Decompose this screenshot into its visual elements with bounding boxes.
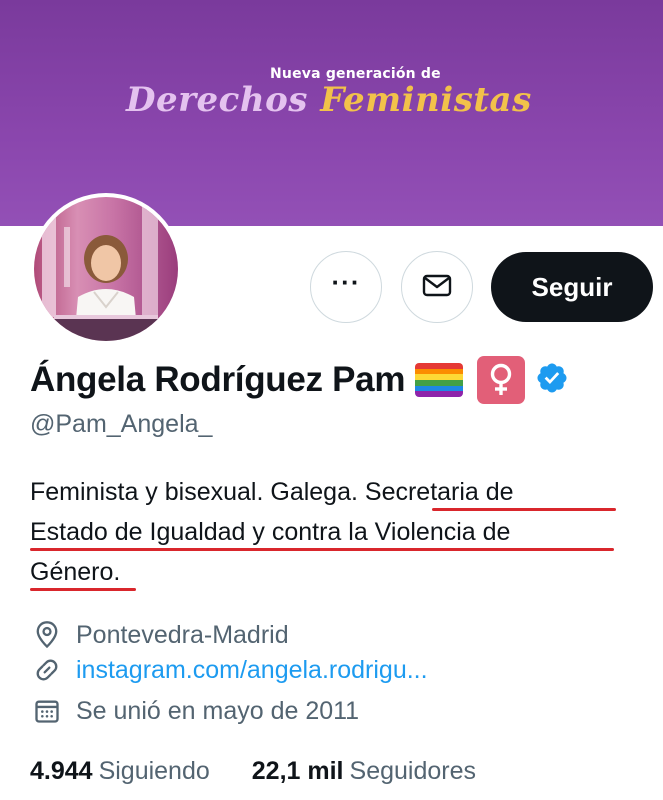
banner-title-word1: Derechos (126, 80, 308, 120)
message-button[interactable] (401, 251, 473, 323)
avatar-photo (34, 197, 178, 341)
user-handle: @Pam_Angela_ (30, 410, 213, 438)
followers-stat[interactable]: 22,1 mil Seguidores (252, 757, 476, 786)
avatar[interactable] (30, 193, 182, 345)
followers-label: Seguidores (349, 757, 476, 785)
joined-row: Se unió en mayo de 2011 (32, 696, 359, 726)
follow-stats: 4.944 Siguiendo 22,1 mil Seguidores (30, 757, 518, 786)
bio-underline-1 (432, 508, 616, 511)
bio-text-5: . (113, 558, 121, 586)
bio-text-1: Feminista y bisexual. Galega. (30, 478, 365, 506)
following-count: 4.944 (30, 757, 93, 785)
rainbow-flag-icon (415, 363, 464, 397)
bio: Feminista y bisexual. Galega. Secretaria… (30, 472, 630, 592)
profile-banner[interactable]: Nueva generación de Derechos Feministas (0, 0, 663, 226)
location-text: Pontevedra-Madrid (76, 620, 289, 649)
joined-text: Se unió en mayo de 2011 (76, 696, 360, 725)
banner-title-word2: Feministas (320, 80, 532, 120)
calendar-icon (32, 696, 62, 726)
website-link[interactable]: instagram.com/angela.rodrigu... (76, 656, 428, 685)
location-row: Pontevedra-Madrid (32, 620, 289, 650)
follow-button[interactable]: Seguir (491, 252, 653, 322)
name-row: Ángela Rodríguez Pam (30, 356, 569, 404)
banner-title: Derechos Feministas (126, 80, 532, 120)
verified-badge-icon[interactable] (535, 361, 569, 400)
following-stat[interactable]: 4.944 Siguiendo (30, 757, 210, 786)
followers-count: 22,1 mil (251, 757, 344, 785)
location-pin-icon (32, 620, 62, 650)
link-icon (32, 655, 62, 685)
bio-text-2: Secretaria de (364, 478, 514, 506)
more-icon: ··· (331, 267, 361, 297)
bio-text-3: Estado de Igualdad y contra la Violencia… (30, 518, 511, 546)
display-name: Ángela Rodríguez Pam (30, 360, 406, 399)
more-options-button[interactable]: ··· (310, 251, 382, 323)
bio-underline-3 (30, 588, 136, 591)
bio-text-4: Género (30, 558, 114, 586)
following-label: Siguiendo (98, 757, 210, 785)
bio-underline-2 (30, 548, 614, 551)
website-row: instagram.com/angela.rodrigu... (32, 655, 428, 685)
envelope-icon (421, 269, 453, 306)
female-sign-icon (477, 356, 526, 404)
